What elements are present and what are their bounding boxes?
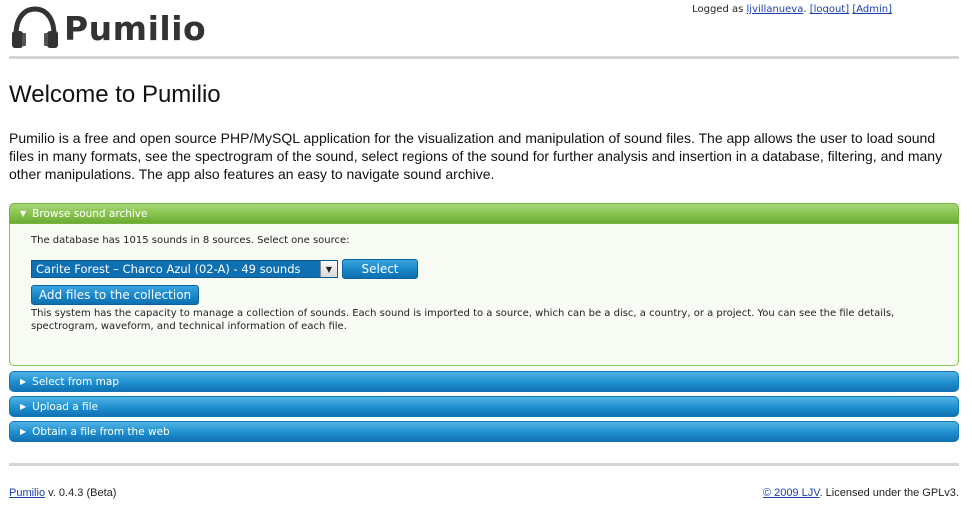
database-info: The database has 1015 sounds in 8 source… (31, 235, 350, 246)
capacity-text: This system has the capacity to manage a… (31, 308, 895, 332)
license-text: . Licensed under the GPLv3. (819, 487, 959, 499)
obtain-from-web-header[interactable]: ▶ Obtain a file from the web (9, 421, 959, 442)
add-files-button[interactable]: Add files to the collection (31, 285, 199, 305)
select-from-map-panel: ▶ Select from map (9, 371, 959, 392)
footer-version: Pumilio v. 0.4.3 (Beta) (9, 487, 116, 499)
triangle-right-icon: ▶ (20, 377, 27, 386)
triangle-down-icon: ▼ (20, 209, 27, 218)
browse-body: The database has 1015 sounds in 8 source… (9, 224, 959, 366)
page-title: Welcome to Pumilio (9, 81, 221, 108)
footer-divider (9, 463, 959, 466)
username-link[interactable]: ljvillanueva (747, 4, 804, 15)
pumilio-link[interactable]: Pumilio (9, 487, 45, 499)
headphones-icon (12, 6, 58, 48)
page: Pumilio Logged as ljvillanueva. [logout]… (0, 0, 972, 514)
select-button[interactable]: Select (342, 259, 418, 279)
version-text: v. 0.4.3 (Beta) (45, 487, 117, 499)
obtain-from-web-label: Obtain a file from the web (32, 425, 170, 438)
triangle-right-icon: ▶ (20, 427, 27, 436)
footer-license: © 2009 LJV. Licensed under the GPLv3. (763, 487, 959, 499)
copyright-link[interactable]: © 2009 LJV (763, 487, 820, 499)
admin-link[interactable]: [Admin] (852, 4, 892, 15)
logo-text: Pumilio (64, 8, 207, 48)
source-select-value: Carite Forest – Charco Azul (02-A) - 49 … (36, 262, 301, 276)
select-from-map-label: Select from map (32, 375, 119, 388)
browse-header[interactable]: ▼ Browse sound archive (9, 203, 959, 224)
upload-file-header[interactable]: ▶ Upload a file (9, 396, 959, 417)
user-bar: Logged as ljvillanueva. [logout] [Admin] (692, 4, 892, 15)
source-select[interactable]: Carite Forest – Charco Azul (02-A) - 49 … (31, 260, 338, 278)
obtain-from-web-panel: ▶ Obtain a file from the web (9, 421, 959, 442)
logout-link[interactable]: [logout] (810, 4, 849, 15)
triangle-right-icon: ▶ (20, 402, 27, 411)
header-divider (9, 56, 959, 59)
select-from-map-header[interactable]: ▶ Select from map (9, 371, 959, 392)
chevron-down-icon[interactable]: ▼ (320, 261, 337, 277)
logged-as-label: Logged as (692, 4, 744, 15)
logo[interactable]: Pumilio (10, 4, 206, 50)
browse-header-label: Browse sound archive (32, 207, 148, 220)
upload-file-panel: ▶ Upload a file (9, 396, 959, 417)
upload-file-label: Upload a file (32, 400, 99, 413)
intro-text: Pumilio is a free and open source PHP/My… (9, 130, 943, 182)
browse-panel: ▼ Browse sound archive The database has … (9, 203, 959, 366)
